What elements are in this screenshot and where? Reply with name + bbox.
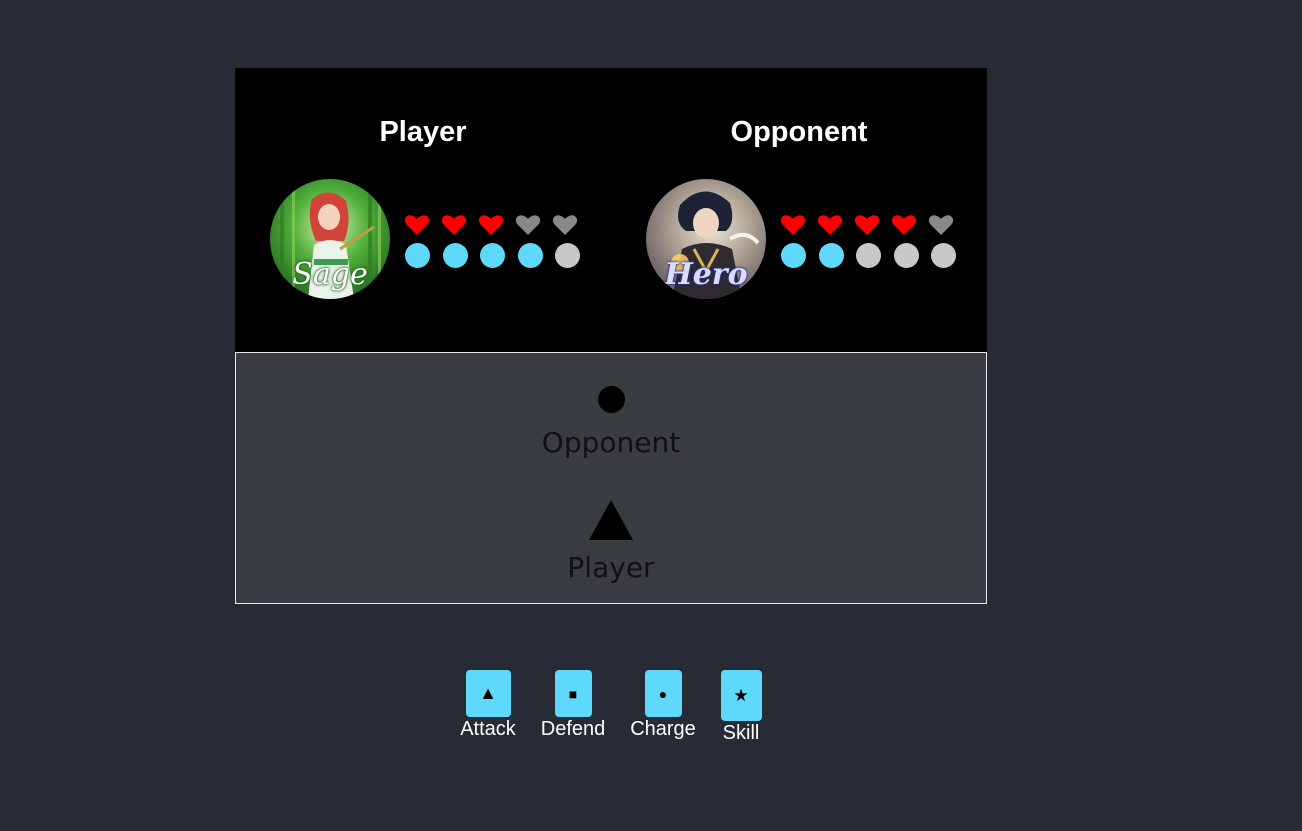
battle-arena: Opponent Player — [235, 352, 987, 604]
charge-control[interactable]: ● Charge — [627, 670, 699, 741]
energy-orb — [856, 243, 881, 268]
energy-orb — [480, 243, 505, 268]
heart-icon — [404, 214, 430, 236]
heart-icon — [928, 214, 954, 236]
defend-control[interactable]: ■ Defend — [537, 670, 609, 741]
status-panel: Player Sage Opponent Hero — [235, 68, 987, 352]
energy-orb — [405, 243, 430, 268]
circle-icon — [597, 386, 625, 413]
opponent-energy — [781, 243, 969, 268]
attack-label: Attack — [460, 718, 516, 740]
heart-icon — [817, 214, 843, 236]
energy-orb — [893, 243, 919, 268]
opponent-avatar: Hero — [646, 179, 766, 299]
heart-icon — [552, 214, 578, 236]
energy-orb — [517, 243, 543, 268]
charge-label: Charge — [630, 718, 696, 740]
attack-button[interactable]: ▲ — [465, 670, 511, 717]
heart-icon — [854, 214, 880, 236]
energy-orb — [442, 243, 468, 268]
opponent-avatar-label: Hero — [664, 257, 748, 292]
heart-icon — [515, 214, 541, 236]
player-hearts — [404, 214, 589, 236]
opponent-status: Opponent Hero — [611, 68, 987, 352]
triangle-icon — [589, 500, 633, 540]
triangle-icon: ▲ — [479, 683, 497, 703]
energy-orb — [555, 243, 580, 268]
defend-button[interactable]: ■ — [554, 670, 592, 717]
player-title: Player — [379, 116, 467, 148]
heart-icon — [441, 214, 467, 236]
heart-icon — [478, 214, 504, 236]
square-icon: ■ — [568, 685, 578, 702]
arena-player-label: Player — [567, 551, 655, 584]
heart-icon — [891, 214, 917, 236]
opponent-title: Opponent — [730, 116, 868, 148]
energy-orb — [931, 243, 956, 268]
skill-button[interactable]: ★ — [720, 670, 762, 721]
arena-opponent-label: Opponent — [541, 426, 681, 459]
player-avatar: Sage — [270, 179, 390, 299]
star-icon: ★ — [733, 685, 749, 705]
opponent-hearts — [780, 214, 965, 236]
player-energy — [405, 243, 593, 268]
energy-orb — [781, 243, 806, 268]
energy-orb — [818, 243, 844, 268]
skill-control[interactable]: ★ Skill — [716, 670, 766, 745]
player-status: Player Sage — [235, 68, 611, 352]
circle-icon: ● — [658, 685, 668, 702]
player-avatar-label: Sage — [292, 257, 368, 292]
attack-control[interactable]: ▲ Attack — [456, 670, 520, 741]
heart-icon — [780, 214, 806, 236]
defend-label: Defend — [540, 718, 606, 740]
skill-label: Skill — [722, 722, 760, 744]
charge-button[interactable]: ● — [644, 670, 682, 717]
